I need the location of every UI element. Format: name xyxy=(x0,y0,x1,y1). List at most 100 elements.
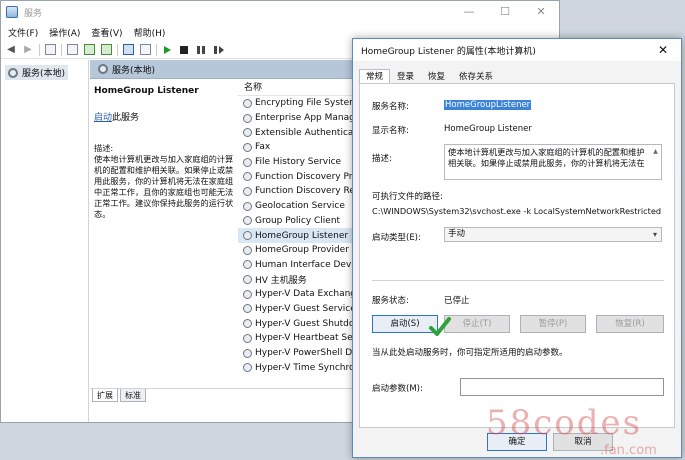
refresh-icon[interactable] xyxy=(82,43,96,57)
menu-help[interactable]: 帮助(H) xyxy=(130,26,170,39)
services-rows: Encrypting File System (E Enterprise App … xyxy=(238,96,356,375)
display-name-value[interactable]: HomeGroup Listener xyxy=(444,124,532,134)
close-button[interactable]: ✕ xyxy=(523,1,559,23)
show-tree-icon[interactable] xyxy=(43,43,57,57)
service-name: Hyper-V Time Synchron xyxy=(255,362,356,373)
table-row[interactable]: File History Service xyxy=(238,155,356,170)
start-service-icon[interactable] xyxy=(160,43,174,57)
resume-button[interactable]: 恢复(R) xyxy=(596,315,664,333)
description-text: 使本地计算机更改与加入家庭组的计算机的配置和维护相关联。如果停止或禁用此服务，你… xyxy=(94,154,234,219)
gear-icon xyxy=(243,275,252,285)
stop-service-icon[interactable] xyxy=(177,43,191,57)
table-row[interactable]: Hyper-V Heartbeat Serv xyxy=(238,331,356,346)
gear-icon xyxy=(8,67,18,78)
tree-item-label: 服务(本地) xyxy=(22,69,66,79)
display-name-label: 显示名称: xyxy=(372,126,409,136)
gear-icon xyxy=(243,245,252,255)
maximize-button[interactable]: ☐ xyxy=(487,1,523,23)
service-description: 描述: 使本地计算机更改与加入家庭组的计算机的配置和维护相关联。如果停止或禁用此… xyxy=(94,143,234,220)
service-name: HomeGroup Provider xyxy=(255,245,349,256)
service-name: Hyper-V Guest Service I xyxy=(255,303,356,314)
table-row[interactable]: Hyper-V Data Exchange xyxy=(238,287,356,302)
service-action-suffix: 此服务 xyxy=(112,113,140,123)
table-row[interactable]: Human Interface Device xyxy=(238,258,356,273)
path-label: 可执行文件的路径: xyxy=(372,192,443,202)
gear-icon xyxy=(243,348,252,358)
gear-icon xyxy=(243,333,252,343)
description-label: 描述: xyxy=(94,143,114,153)
services-list: 名称 Encrypting File System (E Enterprise A… xyxy=(238,80,356,386)
service-name: Extensible Authenticatio xyxy=(255,127,356,138)
tab-logon[interactable]: 登录 xyxy=(390,69,421,84)
description-scrollbar[interactable]: ▲▼ xyxy=(651,146,660,178)
minimize-button[interactable]: — xyxy=(451,1,487,23)
table-row[interactable]: Fax xyxy=(238,140,356,155)
service-detail-title: HomeGroup Listener xyxy=(94,86,199,96)
toolbar-separator xyxy=(61,43,62,56)
forward-arrow-icon[interactable]: ▶ xyxy=(21,43,35,57)
menu-action[interactable]: 操作(A) xyxy=(45,26,84,39)
console-icon[interactable] xyxy=(138,43,152,57)
checkmark-icon xyxy=(429,317,451,336)
tab-extended[interactable]: 扩展 xyxy=(92,389,118,402)
back-arrow-icon[interactable]: ◀ xyxy=(4,43,18,57)
table-row[interactable]: Function Discovery Reso xyxy=(238,184,356,199)
service-name-label: 服务名称: xyxy=(372,102,409,112)
svg-text:.fan.com: .fan.com xyxy=(600,443,657,458)
restart-service-icon[interactable] xyxy=(211,43,225,57)
startup-type-select[interactable]: 手动 ▾ xyxy=(444,227,662,242)
properties-icon[interactable] xyxy=(65,43,79,57)
table-row[interactable]: Hyper-V Guest Service I xyxy=(238,302,356,317)
table-row[interactable]: Function Discovery Prov xyxy=(238,169,356,184)
service-status-value: 已停止 xyxy=(444,296,470,306)
path-value: C:\WINDOWS\System32\svchost.exe -k Local… xyxy=(372,206,662,216)
chevron-down-icon: ▾ xyxy=(652,230,657,239)
pause-service-icon[interactable] xyxy=(194,43,208,57)
tab-standard[interactable]: 标准 xyxy=(120,389,146,402)
stop-button[interactable]: 停止(T) xyxy=(444,315,510,333)
gear-icon xyxy=(243,172,252,182)
menu-view[interactable]: 查看(V) xyxy=(87,26,126,39)
table-row[interactable]: Extensible Authenticatio xyxy=(238,125,356,140)
table-row[interactable]: Encrypting File System (E xyxy=(238,96,356,111)
description-box[interactable]: 使本地计算机更改与加入家庭组的计算机的配置和维护相关联。如果停止或禁用此服务，你… xyxy=(444,144,662,180)
start-service-link[interactable]: 启动 xyxy=(94,113,112,123)
gear-icon xyxy=(243,157,252,167)
column-header-name[interactable]: 名称 xyxy=(238,80,356,96)
table-row[interactable]: Enterprise App Manage xyxy=(238,111,356,126)
divider xyxy=(372,280,664,281)
service-name: Hyper-V Guest Shutdow xyxy=(255,318,356,329)
table-row[interactable]: HV 主机服务 xyxy=(238,272,356,287)
service-name: Hyper-V Data Exchange xyxy=(255,289,356,300)
tab-dependencies[interactable]: 依存关系 xyxy=(452,69,500,84)
pane-header-label: 服务(本地) xyxy=(112,65,156,76)
startup-params-label: 启动参数(M): xyxy=(372,384,423,394)
service-name: File History Service xyxy=(255,157,342,168)
table-row[interactable]: Group Policy Client xyxy=(238,214,356,229)
service-name-value[interactable]: HomeGroupListener xyxy=(444,100,532,110)
tab-recovery[interactable]: 恢复 xyxy=(421,69,452,84)
properties-dialog: HomeGroup Listener 的属性(本地计算机) ✕ 常规 登录 恢复… xyxy=(352,38,682,458)
export-list-icon[interactable] xyxy=(99,43,113,57)
toolbar-separator xyxy=(117,43,118,56)
pause-button[interactable]: 暂停(P) xyxy=(520,315,586,333)
toolbar-separator xyxy=(39,43,40,56)
gear-icon xyxy=(243,363,252,373)
table-row[interactable]: HomeGroup Listener xyxy=(238,228,356,243)
dialog-close-button[interactable]: ✕ xyxy=(645,39,681,61)
table-row[interactable]: Hyper-V Guest Shutdow xyxy=(238,316,356,331)
table-row[interactable]: Hyper-V Time Synchron xyxy=(238,360,356,375)
service-status-label: 服务状态: xyxy=(372,296,409,306)
startup-type-value: 手动 xyxy=(448,229,466,239)
table-row[interactable]: HomeGroup Provider xyxy=(238,243,356,258)
menu-file[interactable]: 文件(F) xyxy=(4,26,42,39)
table-row[interactable]: Geolocation Service xyxy=(238,199,356,214)
table-row[interactable]: Hyper-V PowerShell Dire xyxy=(238,346,356,361)
startup-params-input[interactable] xyxy=(460,378,664,396)
service-name: Group Policy Client xyxy=(255,215,341,226)
tab-general[interactable]: 常规 xyxy=(359,69,391,84)
help-icon[interactable] xyxy=(121,43,135,57)
tree-item-services-local[interactable]: 服务(本地) xyxy=(5,65,69,80)
general-tab-panel: 服务名称: HomeGroupListener 显示名称: HomeGroup … xyxy=(359,83,675,428)
service-name: Encrypting File System (E xyxy=(255,98,356,109)
